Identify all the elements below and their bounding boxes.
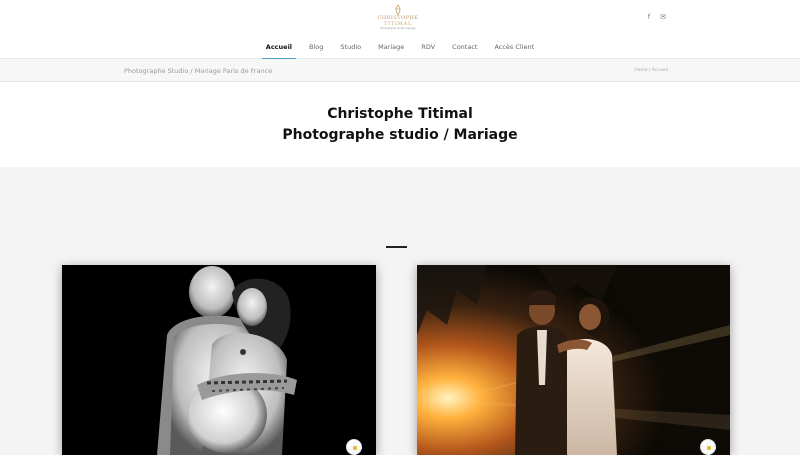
site-header: CHRISTOPHE TITIMAL Photographe studio ma…: [0, 0, 800, 59]
maternity-photo-card[interactable]: [62, 265, 376, 455]
hero-section: Christophe Titimal Photographe studio / …: [0, 82, 800, 167]
page-title: Christophe Titimal: [327, 106, 473, 122]
maternity-photo: [62, 265, 376, 455]
nav-item-rdv[interactable]: RDV: [417, 43, 439, 59]
facebook-icon[interactable]: f: [645, 13, 653, 21]
section-divider: [386, 246, 407, 248]
nav-item-contact[interactable]: Contact: [448, 43, 481, 59]
daisy-icon: [346, 439, 363, 455]
social-links: f ✉: [645, 13, 667, 21]
page-subtitle: Photographe studio / Mariage: [282, 127, 518, 143]
nav-item-mariage[interactable]: Mariage: [374, 43, 408, 59]
breadcrumb[interactable]: Home / Accueil: [634, 68, 668, 73]
wedding-photo-card[interactable]: [417, 265, 730, 455]
nav-item-accueil[interactable]: Accueil: [261, 43, 297, 59]
daisy-icon: [700, 439, 717, 455]
nav-item-acces-client[interactable]: Accès Client: [490, 43, 538, 59]
mail-icon[interactable]: ✉: [659, 13, 667, 21]
breadcrumb-bar: Photographe Studio / Mariage Paris de Fr…: [0, 59, 800, 82]
nav-item-studio[interactable]: Studio: [336, 43, 365, 59]
nav-item-blog[interactable]: Blog: [305, 43, 327, 59]
wedding-couple-photo: [417, 265, 730, 455]
logo-line-3: Photographe studio mariage: [380, 27, 416, 30]
breadcrumb-tagline: Photographe Studio / Mariage Paris de Fr…: [124, 67, 273, 75]
main-nav: Accueil Blog Studio Mariage RDV Contact …: [0, 43, 800, 59]
site-logo[interactable]: CHRISTOPHE TITIMAL Photographe studio ma…: [377, 4, 419, 34]
